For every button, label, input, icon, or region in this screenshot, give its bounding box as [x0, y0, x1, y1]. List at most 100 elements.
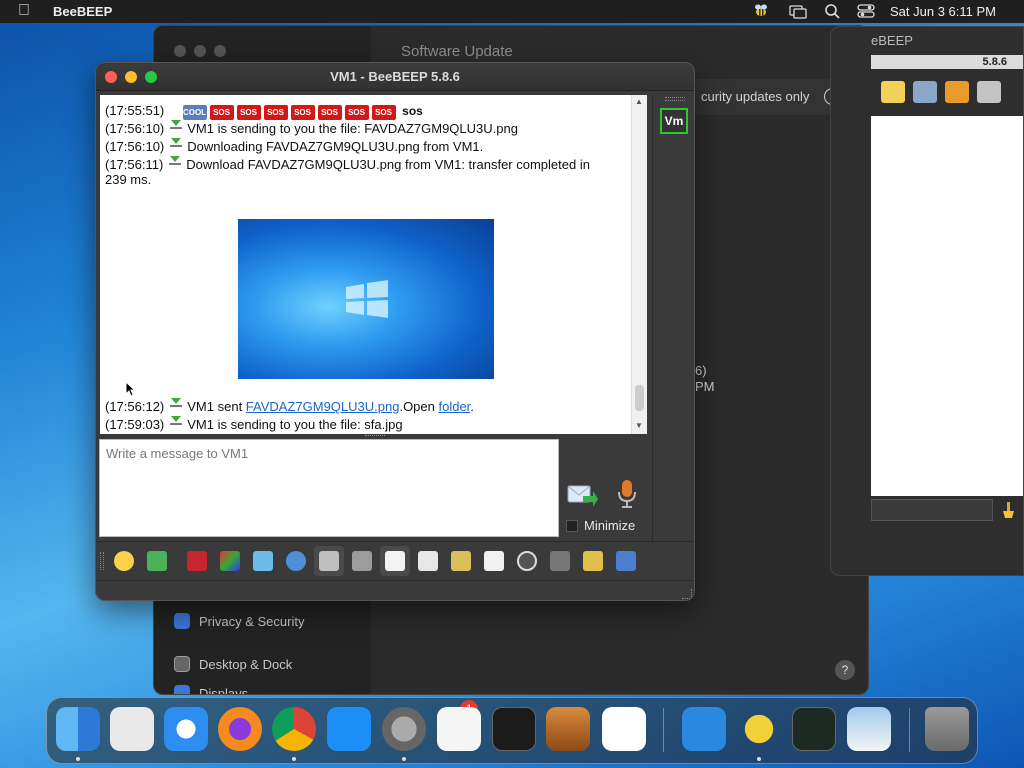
close-button[interactable]: [174, 45, 186, 57]
microphone-icon[interactable]: [616, 479, 638, 509]
safari-icon[interactable]: [164, 707, 208, 751]
detach-button[interactable]: [611, 546, 641, 576]
music-button[interactable]: [380, 546, 410, 576]
status-bar: [96, 580, 694, 600]
control-center-icon[interactable]: [857, 3, 875, 19]
sidebar-item-privacy[interactable]: Privacy & Security: [174, 613, 304, 629]
launchpad-icon[interactable]: [110, 707, 154, 751]
activity-monitor-icon[interactable]: [792, 707, 836, 751]
file-link[interactable]: FAVDAZ7GM9QLU3U.png: [246, 399, 400, 414]
send-file-button[interactable]: [142, 546, 172, 576]
scroll-thumb[interactable]: [635, 385, 644, 411]
sos-emoticon: SOS: [236, 105, 261, 120]
garageband-icon[interactable]: [546, 707, 590, 751]
chat-message: (17:59:03) VM1 is sending to you the file…: [105, 416, 403, 432]
font-color-button[interactable]: [215, 546, 245, 576]
textedit-icon[interactable]: [437, 707, 481, 751]
display-icon: [174, 685, 190, 694]
toolbar-grip[interactable]: [100, 552, 104, 570]
scroll-up-icon[interactable]: ▲: [635, 97, 643, 106]
received-image-preview[interactable]: [238, 219, 494, 379]
beebeep-version: 5.8.6: [982, 56, 1007, 68]
search-icon[interactable]: [824, 3, 842, 19]
beebeep-main-input[interactable]: [871, 499, 993, 521]
chat-titlebar[interactable]: VM1 - BeeBEEP 5.8.6: [96, 63, 694, 91]
scroll-down-icon[interactable]: ▼: [635, 421, 643, 430]
minimize-checkbox[interactable]: Minimize: [566, 518, 635, 533]
beebeep-main-toolbar: [871, 73, 1023, 113]
clear-brush-icon[interactable]: [999, 501, 1017, 519]
dictionary-button[interactable]: [347, 546, 377, 576]
detach-icon: [616, 551, 636, 571]
system-settings-icon[interactable]: [382, 707, 426, 751]
beebeep-icon[interactable]: [737, 707, 781, 751]
settings-button[interactable]: [281, 546, 311, 576]
apple-icon[interactable]: : [18, 2, 30, 20]
folder-share-icon[interactable]: [945, 81, 969, 103]
preview-icon[interactable]: [847, 707, 891, 751]
chat-scrollbar[interactable]: ▲ ▼: [631, 95, 647, 434]
network-icon[interactable]: [913, 81, 937, 103]
notes-button[interactable]: [578, 546, 608, 576]
help-button[interactable]: ?: [835, 660, 855, 680]
panel-grip[interactable]: [665, 97, 685, 101]
folder-icon: [550, 551, 570, 571]
save-chat-button[interactable]: [413, 546, 443, 576]
trash-icon[interactable]: [925, 707, 969, 751]
finder-icon[interactable]: [56, 707, 100, 751]
folder-button[interactable]: [545, 546, 575, 576]
message-text: .Open: [399, 399, 439, 414]
minimize-button[interactable]: [194, 45, 206, 57]
beebeep-status-icon[interactable]: [752, 3, 770, 19]
export-button[interactable]: [446, 546, 476, 576]
message-text: Downloading FAVDAZ7GM9QLU3U.png from VM1…: [187, 139, 484, 154]
chat-message: (17:56:12) VM1 sent FAVDAZ7GM9QLU3U.png.O…: [105, 398, 474, 414]
security-updates-option[interactable]: curity updates only i: [691, 79, 851, 115]
chat-window: VM1 - BeeBEEP 5.8.6 (17:55:51) COOL SOS SO…: [95, 62, 695, 601]
sidebar-item-displays[interactable]: Displays: [174, 685, 248, 694]
vscode-icon[interactable]: [602, 707, 646, 751]
user-avatar[interactable]: Vm: [660, 108, 688, 134]
beebeep-main-window: eBEEP 5.8.6: [830, 26, 1024, 576]
running-indicator: [402, 757, 406, 761]
checkbox-box[interactable]: [566, 519, 578, 532]
chrome-icon[interactable]: [272, 707, 316, 751]
firefox-icon[interactable]: [218, 707, 262, 751]
message-timestamp: (17:56:10): [105, 121, 165, 136]
terminal-icon[interactable]: [492, 707, 536, 751]
folder-link[interactable]: folder: [438, 399, 470, 414]
spellcheck-button[interactable]: [314, 546, 344, 576]
filter-icon: [253, 551, 273, 571]
screen-mirroring-icon[interactable]: [789, 3, 807, 19]
version-fragment-1: 6): [695, 363, 707, 378]
filter-button[interactable]: [248, 546, 278, 576]
splitter-handle[interactable]: [365, 435, 385, 438]
sos-emoticon: SOS: [263, 105, 288, 120]
file-transfer-icon: [169, 156, 182, 165]
menu-app-name[interactable]: BeeBEEP: [53, 4, 112, 19]
clear-button[interactable]: [479, 546, 509, 576]
keynote-icon[interactable]: [682, 707, 726, 751]
trash-icon[interactable]: [977, 81, 1001, 103]
screenshot-button[interactable]: [512, 546, 542, 576]
sidebar-item-desktop-dock[interactable]: Desktop & Dock: [174, 656, 292, 672]
send-message-button[interactable]: [567, 481, 599, 509]
message-timestamp: (17:55:51): [105, 103, 165, 118]
minimize-label: Minimize: [584, 518, 636, 533]
menu-clock[interactable]: Sat Jun 3 6:11 PM: [890, 4, 996, 19]
chat-history[interactable]: (17:55:51) COOL SOS SOS SOS SOS SOS SOS SOS sos…: [100, 95, 647, 434]
font-button[interactable]: [182, 546, 212, 576]
edit-icon[interactable]: [881, 81, 905, 103]
send-file-icon: [147, 551, 167, 571]
message-input[interactable]: Write a message to VM1: [99, 439, 559, 537]
resize-grip[interactable]: [682, 589, 692, 599]
app-store-icon[interactable]: [327, 707, 371, 751]
emoticons-button[interactable]: [109, 546, 139, 576]
chat-toolbar: [96, 541, 694, 579]
cool-emoticon: COOL: [182, 105, 207, 120]
emoticon-text: sos: [402, 104, 423, 118]
chat-message: (17:56:10) Downloading FAVDAZ7GM9QLU3U.pn…: [105, 138, 484, 154]
sos-emoticon: SOS: [290, 105, 315, 120]
zoom-button[interactable]: [214, 45, 226, 57]
emoticons-icon: [114, 551, 134, 571]
